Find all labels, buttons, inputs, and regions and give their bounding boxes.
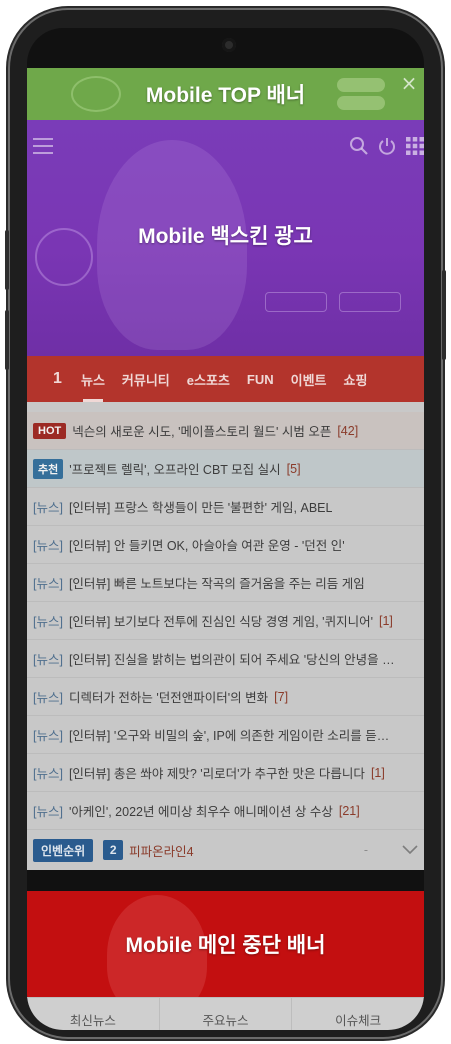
page-content: Mobile TOP 배너 × Mobile 백스킨 광고 1 뉴스 커뮤니티 … — [27, 68, 424, 1030]
news-list-item[interactable]: [뉴스] [인터뷰] 보기보다 전투에 진심인 식당 경영 게임, '퀴지니어' [… — [27, 602, 424, 640]
chevron-down-icon[interactable] — [402, 845, 418, 855]
news-title: 디렉터가 전하는 '던전앤파이터'의 변화 — [68, 691, 269, 705]
top-banner-label: Mobile TOP 배너 — [145, 84, 306, 107]
rank-number: 2 — [103, 840, 124, 860]
news-category: [뉴스] — [33, 615, 63, 629]
comment-count: [7] — [274, 689, 289, 704]
top-banner[interactable]: Mobile TOP 배너 × — [27, 68, 424, 120]
bottom-tabs: 최신뉴스 주요뉴스 이슈체크 — [27, 997, 424, 1030]
phone-power-button — [442, 270, 446, 360]
rank-game-name: 피파온라인4 — [129, 844, 194, 859]
ranking-badge: 인벤순위 — [33, 838, 94, 862]
news-category: [뉴스] — [33, 653, 63, 667]
close-icon[interactable]: × — [400, 73, 418, 93]
news-category: [뉴스] — [33, 501, 63, 515]
tab-latest-news[interactable]: 최신뉴스 — [27, 998, 160, 1030]
nav-item-esports[interactable]: e스포츠 — [187, 370, 230, 389]
news-list-item[interactable]: [뉴스] [인터뷰] '오구와 비밀의 숲', IP에 의존한 게임이란 소리를 … — [27, 716, 424, 754]
news-title: [인터뷰] 보기보다 전투에 진심인 식당 경영 게임, '퀴지니어' — [68, 615, 373, 629]
news-list-item[interactable]: [뉴스] [인터뷰] 프랑스 학생들이 만든 '불편한' 게임, ABEL — [27, 488, 424, 526]
tab-issue-check[interactable]: 이슈체크 — [292, 998, 424, 1030]
news-list-item[interactable]: [뉴스] '아케인', 2022년 에미상 최우수 애니메이션 상 수상 [21] — [27, 792, 424, 830]
news-category: [뉴스] — [33, 691, 63, 705]
main-nav: 1 뉴스 커뮤니티 e스포츠 FUN 이벤트 쇼핑 — [27, 356, 424, 402]
hot-badge: HOT — [33, 422, 67, 439]
banner-decoration — [339, 292, 401, 312]
nav-item-shopping[interactable]: 쇼핑 — [344, 370, 368, 389]
comment-count: [42] — [337, 423, 359, 438]
mid-banner-label: Mobile 메인 중단 배너 — [125, 934, 326, 957]
news-list-item[interactable]: [뉴스] 디렉터가 전하는 '던전앤파이터'의 변화 [7] — [27, 678, 424, 716]
news-title: '프로젝트 렐릭', 오프라인 CBT 모집 실시 — [69, 463, 281, 477]
phone-side-button — [5, 310, 9, 370]
news-category: [뉴스] — [33, 805, 63, 819]
news-title: [인터뷰] 빠른 노트보다는 작곡의 즐거움을 주는 리듬 게임 — [68, 577, 365, 591]
news-category: [뉴스] — [33, 767, 63, 781]
site-logo[interactable]: 1 — [53, 370, 65, 388]
phone-screen: Mobile TOP 배너 × Mobile 백스킨 광고 1 뉴스 커뮤니티 … — [27, 28, 424, 1030]
comment-count: [21] — [338, 803, 360, 818]
backskin-label: Mobile 백스킨 광고 — [138, 225, 313, 248]
news-category: [뉴스] — [33, 539, 63, 553]
banner-decoration — [337, 78, 385, 92]
news-title: [인터뷰] '오구와 비밀의 숲', IP에 의존한 게임이란 소리를 듣… — [68, 729, 390, 743]
nav-item-community[interactable]: 커뮤니티 — [122, 370, 170, 389]
news-title: [인터뷰] 안 들키면 OK, 아슬아슬 여관 운영 - '던전 인' — [68, 539, 345, 553]
ranking-row[interactable]: 인벤순위 2 피파온라인4 - — [27, 830, 424, 870]
news-list-item[interactable]: [뉴스] [인터뷰] 총은 쏴야 제맛? '리로더'가 추구한 맛은 다릅니다 [1… — [27, 754, 424, 792]
news-title: 넥슨의 새로운 시도, '메이플스토리 월드' 시범 오픈 — [72, 425, 332, 439]
news-title: [인터뷰] 프랑스 학생들이 만든 '불편한' 게임, ABEL — [68, 501, 333, 515]
comment-count: [1] — [370, 765, 385, 780]
comment-count: [1] — [378, 613, 393, 628]
news-title: '아케인', 2022년 에미상 최우수 애니메이션 상 수상 — [68, 805, 333, 819]
recommended-badge: 추천 — [33, 458, 64, 479]
search-icon[interactable] — [349, 136, 369, 156]
banner-decoration — [71, 76, 121, 112]
power-icon[interactable] — [377, 136, 397, 156]
news-title: [인터뷰] 총은 쏴야 제맛? '리로더'가 추구한 맛은 다릅니다 — [68, 767, 365, 781]
phone-side-button — [5, 230, 9, 290]
mid-banner[interactable]: Mobile 메인 중단 배너 — [27, 891, 424, 997]
news-list-item[interactable]: [뉴스] [인터뷰] 안 들키면 OK, 아슬아슬 여관 운영 - '던전 인' — [27, 526, 424, 564]
backskin-ad[interactable]: Mobile 백스킨 광고 — [27, 120, 424, 356]
rank-change: - — [363, 843, 368, 857]
grid-icon[interactable] — [406, 137, 424, 155]
news-list-item[interactable]: [뉴스] [인터뷰] 빠른 노트보다는 작곡의 즐거움을 주는 리듬 게임 — [27, 564, 424, 602]
news-category: [뉴스] — [33, 729, 63, 743]
news-recommended-row[interactable]: 추천 '프로젝트 렐릭', 오프라인 CBT 모집 실시 [5] — [27, 450, 424, 488]
camera-icon — [222, 38, 236, 52]
news-hot-row[interactable]: HOT 넥슨의 새로운 시도, '메이플스토리 월드' 시범 오픈 [42] — [27, 412, 424, 450]
news-list: HOT 넥슨의 새로운 시도, '메이플스토리 월드' 시범 오픈 [42] 추… — [27, 402, 424, 870]
banner-decoration — [265, 292, 327, 312]
news-title: [인터뷰] 진실을 밝히는 법의관이 되어 주세요 '당신의 안녕을 … — [68, 653, 395, 667]
tab-major-news[interactable]: 주요뉴스 — [160, 998, 293, 1030]
menu-icon[interactable] — [33, 138, 53, 154]
nav-item-event[interactable]: 이벤트 — [291, 370, 327, 389]
nav-item-fun[interactable]: FUN — [247, 372, 274, 387]
comment-count: [5] — [286, 461, 301, 476]
banner-decoration — [337, 96, 385, 110]
news-category: [뉴스] — [33, 577, 63, 591]
news-list-item[interactable]: [뉴스] [인터뷰] 진실을 밝히는 법의관이 되어 주세요 '당신의 안녕을 … — [27, 640, 424, 678]
nav-item-news[interactable]: 뉴스 — [81, 370, 105, 402]
